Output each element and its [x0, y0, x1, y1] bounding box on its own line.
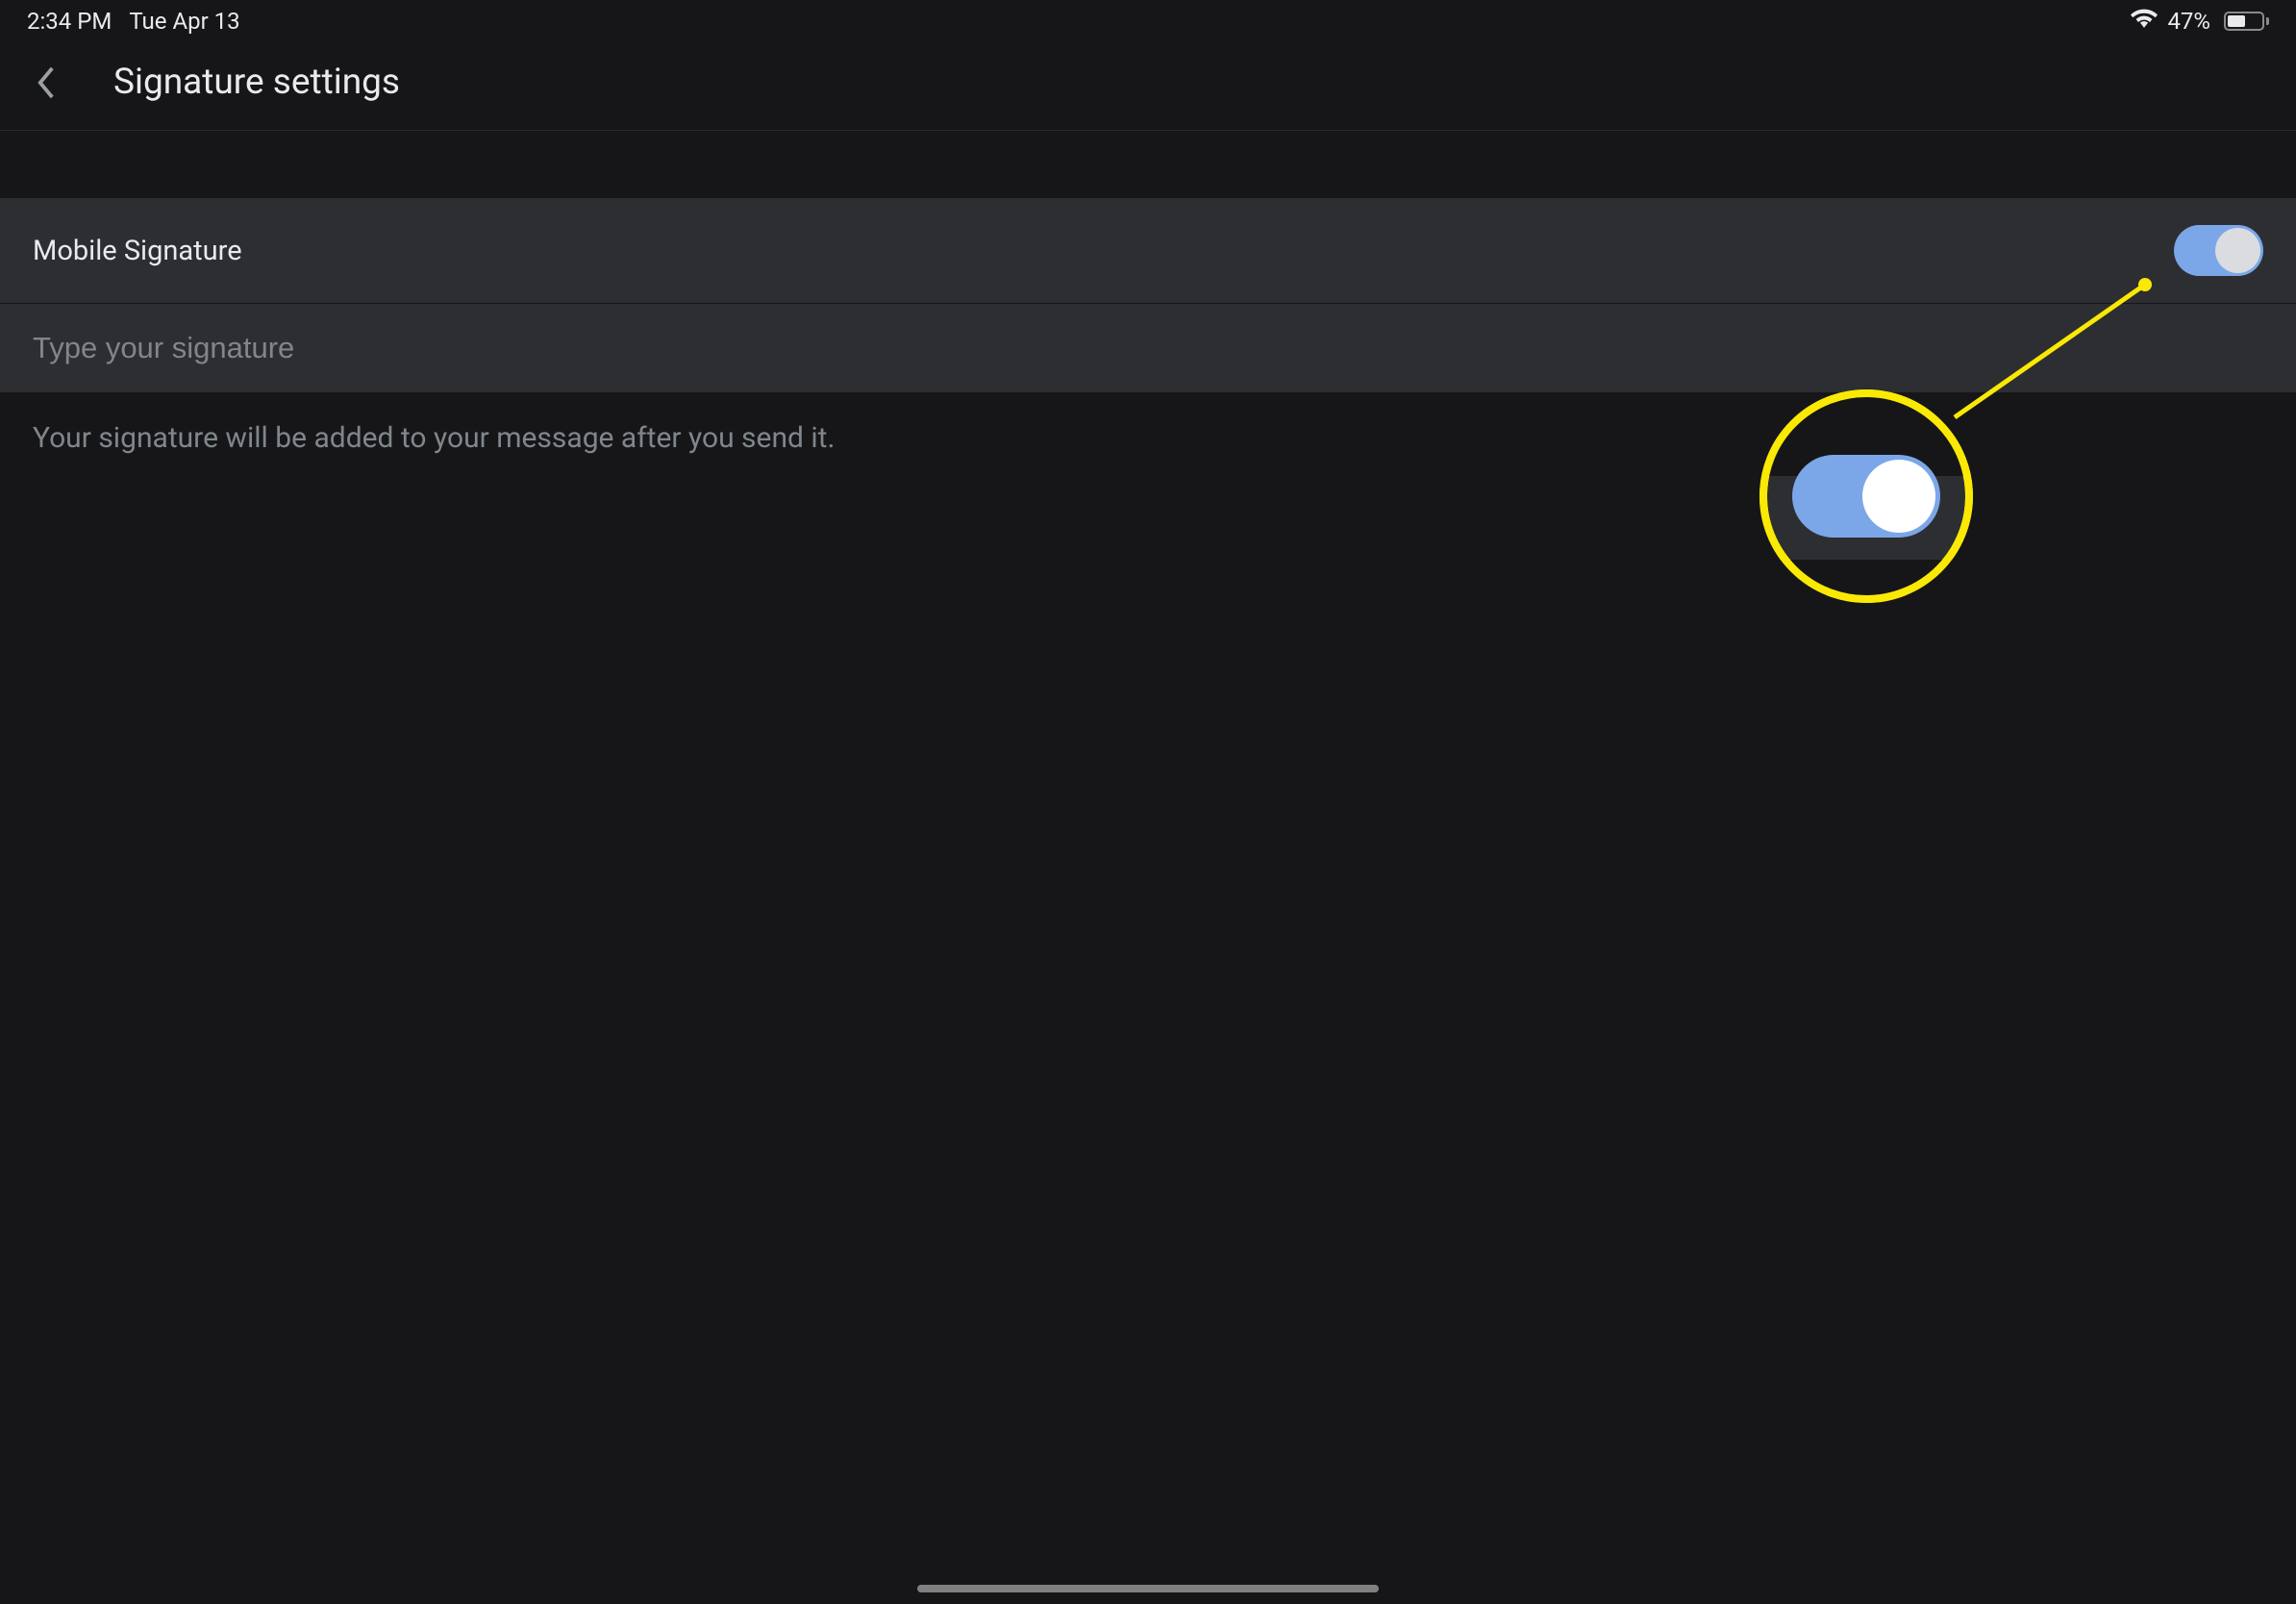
status-bar: 2:34 PM Tue Apr 13 47% — [0, 0, 2296, 42]
nav-bar: Signature settings — [0, 42, 2296, 131]
chevron-left-icon — [34, 63, 59, 102]
signature-input-row — [0, 304, 2296, 392]
status-left: 2:34 PM Tue Apr 13 — [27, 8, 240, 35]
status-time: 2:34 PM — [27, 8, 112, 35]
status-right: 47% — [2131, 5, 2269, 38]
toggle-thumb — [2215, 228, 2260, 273]
back-button[interactable] — [27, 63, 65, 102]
mobile-signature-row: Mobile Signature — [0, 198, 2296, 304]
status-date: Tue Apr 13 — [129, 8, 239, 35]
signature-description: Your signature will be added to your mes… — [0, 392, 2296, 484]
settings-section: Mobile Signature — [0, 198, 2296, 392]
page-title: Signature settings — [113, 62, 400, 103]
mobile-signature-toggle[interactable] — [2174, 225, 2263, 276]
home-indicator[interactable] — [917, 1585, 1379, 1592]
battery-percent: 47% — [2167, 8, 2210, 35]
signature-input[interactable] — [33, 331, 2263, 365]
mobile-signature-label: Mobile Signature — [33, 235, 242, 267]
wifi-icon — [2131, 5, 2158, 38]
battery-icon — [2220, 12, 2269, 31]
